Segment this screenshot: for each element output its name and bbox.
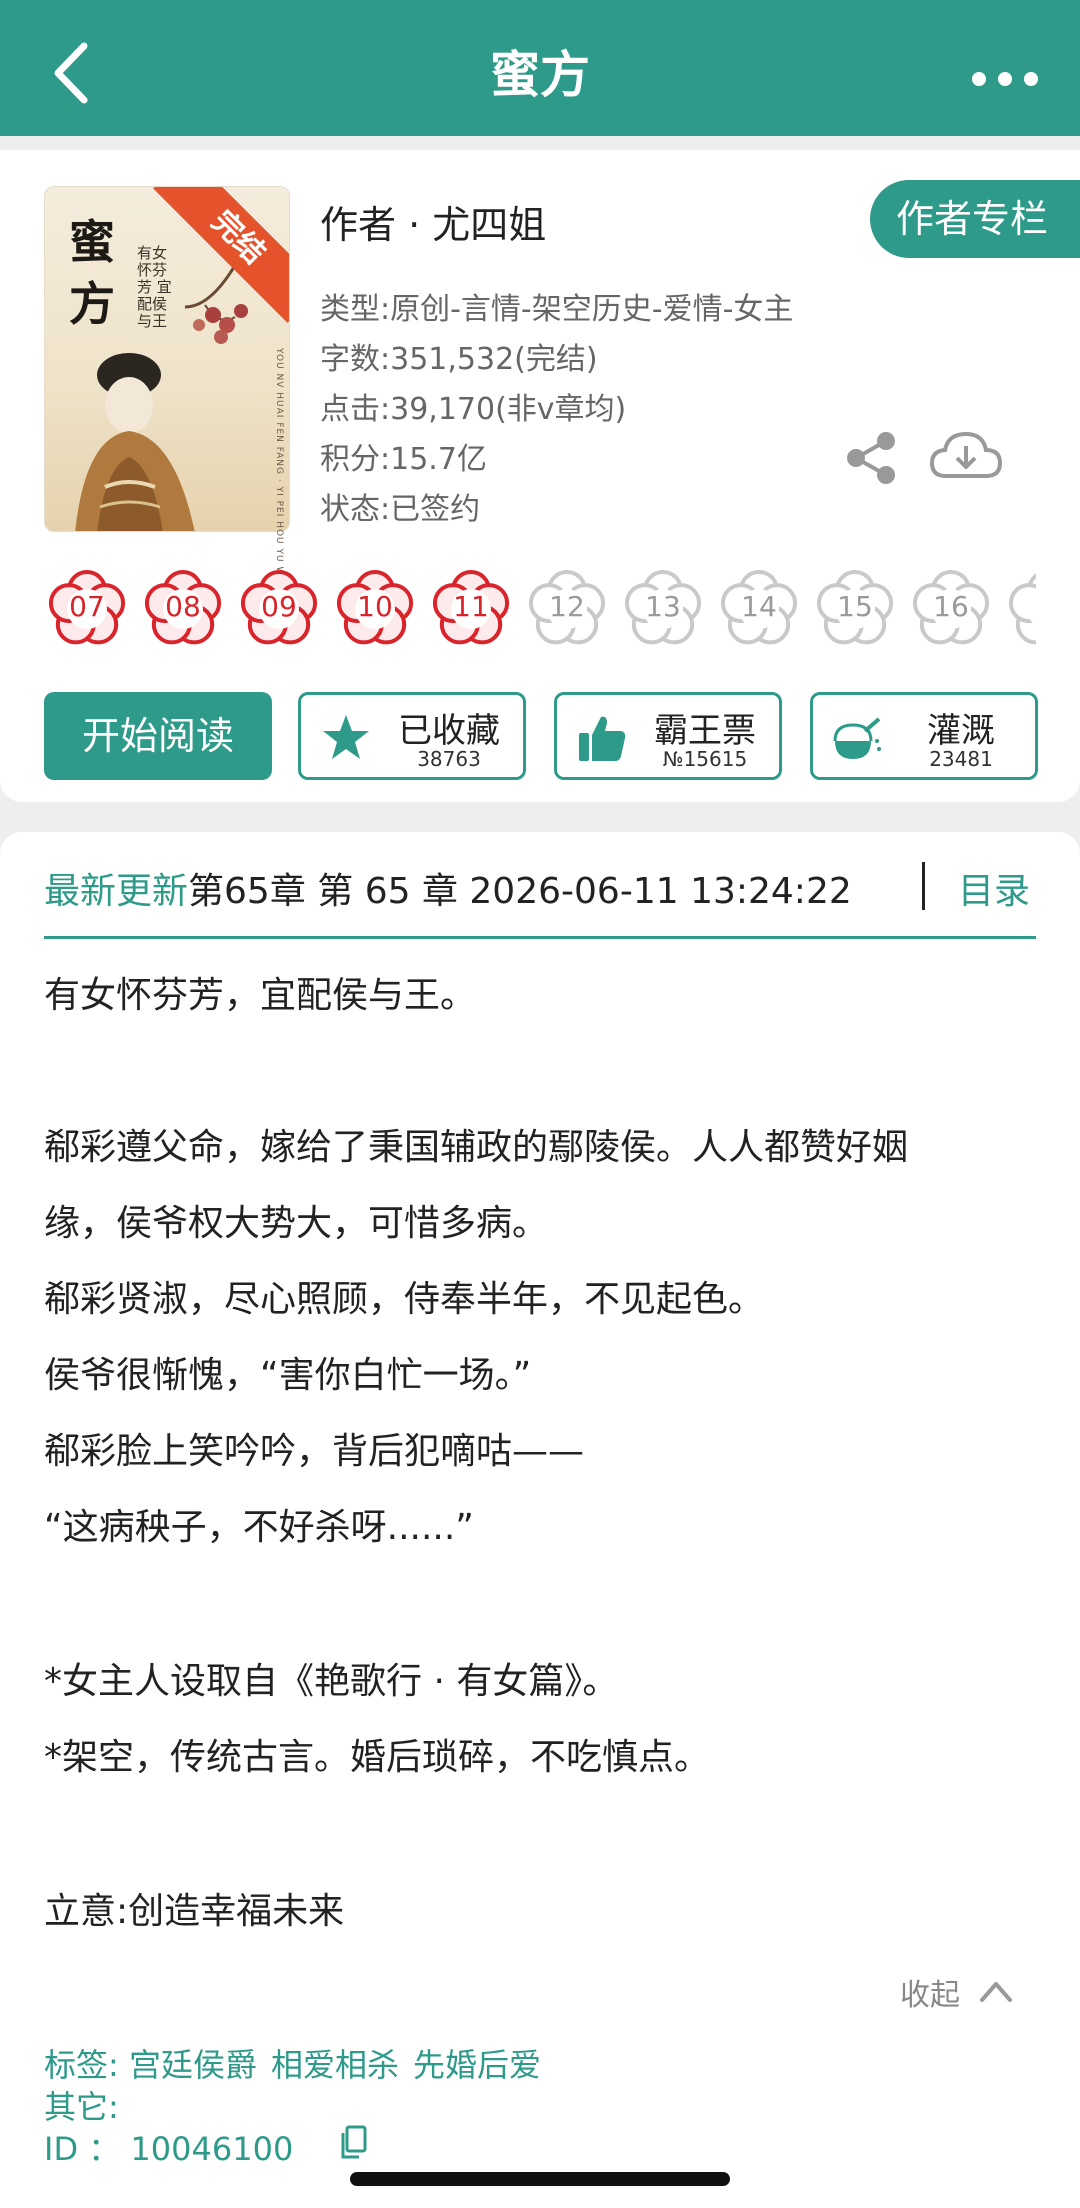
- flower-rating-item[interactable]: 14: [716, 564, 802, 650]
- vertical-divider: [922, 862, 925, 910]
- flower-number: 11: [453, 590, 489, 623]
- collected-button[interactable]: 已收藏 38763: [298, 692, 526, 780]
- cover-title: 蜜方: [69, 215, 115, 331]
- cover-subtitle: 有女怀芬芳 宜配侯与王: [137, 244, 172, 330]
- flower-rating-item[interactable]: 09: [236, 564, 322, 650]
- intro-line: 侯爷很惭愧，“害你白忙一场。”: [44, 1355, 532, 1396]
- collapse-button[interactable]: 收起: [900, 1970, 960, 2014]
- flower-number: 16: [933, 590, 969, 623]
- book-id: ID ： 10046100: [44, 2130, 294, 2168]
- book-description-card: 最新更新第65章 第 65 章 2026-06-11 13:24:22 目录 有…: [0, 832, 1080, 2208]
- book-status: 状态:已签约: [320, 492, 481, 527]
- flower-rating-item[interactable]: 15: [812, 564, 898, 650]
- flower-number: 15: [837, 590, 873, 623]
- intro-line: 郗彩贤淑，尽心照顾，侍奉半年，不见起色。: [44, 1279, 765, 1320]
- intro-line: 缘，侯爷权大势大，可惜多病。: [44, 1203, 549, 1244]
- flower-rating-item[interactable]: 13: [620, 564, 706, 650]
- bawang-ticket-label: 霸王票: [654, 711, 756, 751]
- tags-row: 标签: 宫廷侯爵 相爱相杀 先婚后爱: [44, 2040, 555, 2086]
- flower-rating-item[interactable]: 07: [44, 564, 130, 650]
- flower-number: 14: [741, 590, 777, 623]
- flower-number: 07: [69, 590, 105, 623]
- latest-update-label: 最新更新: [44, 871, 189, 912]
- start-reading-button[interactable]: 开始阅读: [44, 692, 272, 780]
- book-cover[interactable]: 蜜方 有女怀芬芳 宜配侯与王 完结: [44, 186, 290, 532]
- thumbs-up-icon: [579, 716, 626, 761]
- latest-update[interactable]: 最新更新第65章 第 65 章 2026-06-11 13:24:22: [44, 862, 852, 914]
- intro-line: 郗彩脸上笑吟吟，背后犯嘀咕——: [44, 1431, 585, 1472]
- tag-item[interactable]: 相爱相杀: [271, 2046, 399, 2084]
- share-icon: [847, 432, 895, 484]
- intro-line: “这病秧子，不好杀呀......”: [44, 1507, 474, 1548]
- intro-line: 郗彩遵父命，嫁给了秉国辅政的鄢陵侯。人人都赞好姻: [44, 1127, 909, 1168]
- tag-item[interactable]: 宫廷侯爵: [129, 2046, 257, 2084]
- flower-rating-item[interactable]: 10: [332, 564, 418, 650]
- book-score: 积分:15.7亿: [320, 442, 487, 477]
- flower-number: 09: [261, 590, 297, 623]
- flower-number: 10: [357, 590, 393, 623]
- flower-rating-item[interactable]: 1: [1004, 564, 1036, 650]
- more-dots-icon: [972, 72, 986, 86]
- irrigate-count: 23481: [929, 747, 993, 771]
- share-button[interactable]: [842, 428, 902, 488]
- flower-number: 08: [165, 590, 201, 623]
- watering-bottle-icon: [833, 717, 881, 759]
- flower-number: 13: [645, 590, 681, 623]
- flower-rating-row[interactable]: 07 08 09 10 11 12 13 14 15 16 1: [44, 564, 1036, 654]
- author-column-button[interactable]: 作者专栏: [870, 180, 1080, 258]
- cloud-download-icon: [929, 431, 1003, 478]
- cover-vertical-text: YOU NV HUAI FEN FANG · YI PEI HOU YU WAN…: [274, 348, 284, 599]
- page-title: 蜜方: [490, 46, 590, 104]
- book-type: 类型:原创-言情-架空历史-爱情-女主: [320, 292, 794, 327]
- download-button[interactable]: [928, 426, 1004, 486]
- book-info-card: 蜜方 有女怀芬芳 宜配侯与王 完结 YOU NV HUAI FEN FANG ·…: [0, 150, 1080, 802]
- irrigate-button[interactable]: 灌溉 23481: [810, 692, 1038, 780]
- intro-line: 有女怀芬芳，宜配侯与王。: [44, 975, 477, 1016]
- chevron-left-icon: [54, 42, 88, 104]
- author-name[interactable]: 作者 · 尤四姐: [320, 194, 546, 249]
- table-of-contents-link[interactable]: 目录: [958, 862, 1030, 914]
- flower-rating-item[interactable]: 08: [140, 564, 226, 650]
- chevron-up-icon[interactable]: [978, 1976, 1014, 2006]
- flower-rating-item[interactable]: 12: [524, 564, 610, 650]
- other-label: 其它:: [44, 2088, 119, 2126]
- book-clicks: 点击:39,170(非v章均): [320, 392, 627, 427]
- star-icon: [323, 715, 369, 759]
- book-word-count: 字数:351,532(完结): [320, 342, 598, 377]
- collected-label: 已收藏: [398, 711, 500, 751]
- bawang-ticket-button[interactable]: 霸王票 №15615: [554, 692, 782, 780]
- intro-line: *女主人设取自《艳歌行 · 有女篇》。: [44, 1661, 619, 1702]
- flower-number: 12: [549, 590, 585, 623]
- home-indicator: [350, 2172, 730, 2186]
- copy-icon[interactable]: [338, 2124, 368, 2160]
- latest-update-text: 第65章 第 65 章 2026-06-11 13:24:22: [188, 871, 852, 912]
- back-button[interactable]: [44, 38, 104, 108]
- bawang-ticket-count: №15615: [662, 747, 748, 771]
- more-button[interactable]: [968, 44, 1044, 104]
- top-app-bar: 蜜方: [0, 0, 1080, 136]
- collected-count: 38763: [417, 747, 481, 771]
- horizontal-divider: [44, 936, 1036, 939]
- flower-number: 1: [1004, 564, 1036, 650]
- tags-label: 标签:: [44, 2046, 119, 2084]
- flower-rating-item[interactable]: 11: [428, 564, 514, 650]
- intro-purpose: 立意:创造幸福未来: [44, 1891, 345, 1932]
- tag-item[interactable]: 先婚后爱: [413, 2046, 541, 2084]
- flower-rating-item[interactable]: 16: [908, 564, 994, 650]
- irrigate-label: 灌溉: [927, 711, 995, 751]
- intro-line: *架空，传统古言。婚后琐碎，不吃慎点。: [44, 1737, 711, 1778]
